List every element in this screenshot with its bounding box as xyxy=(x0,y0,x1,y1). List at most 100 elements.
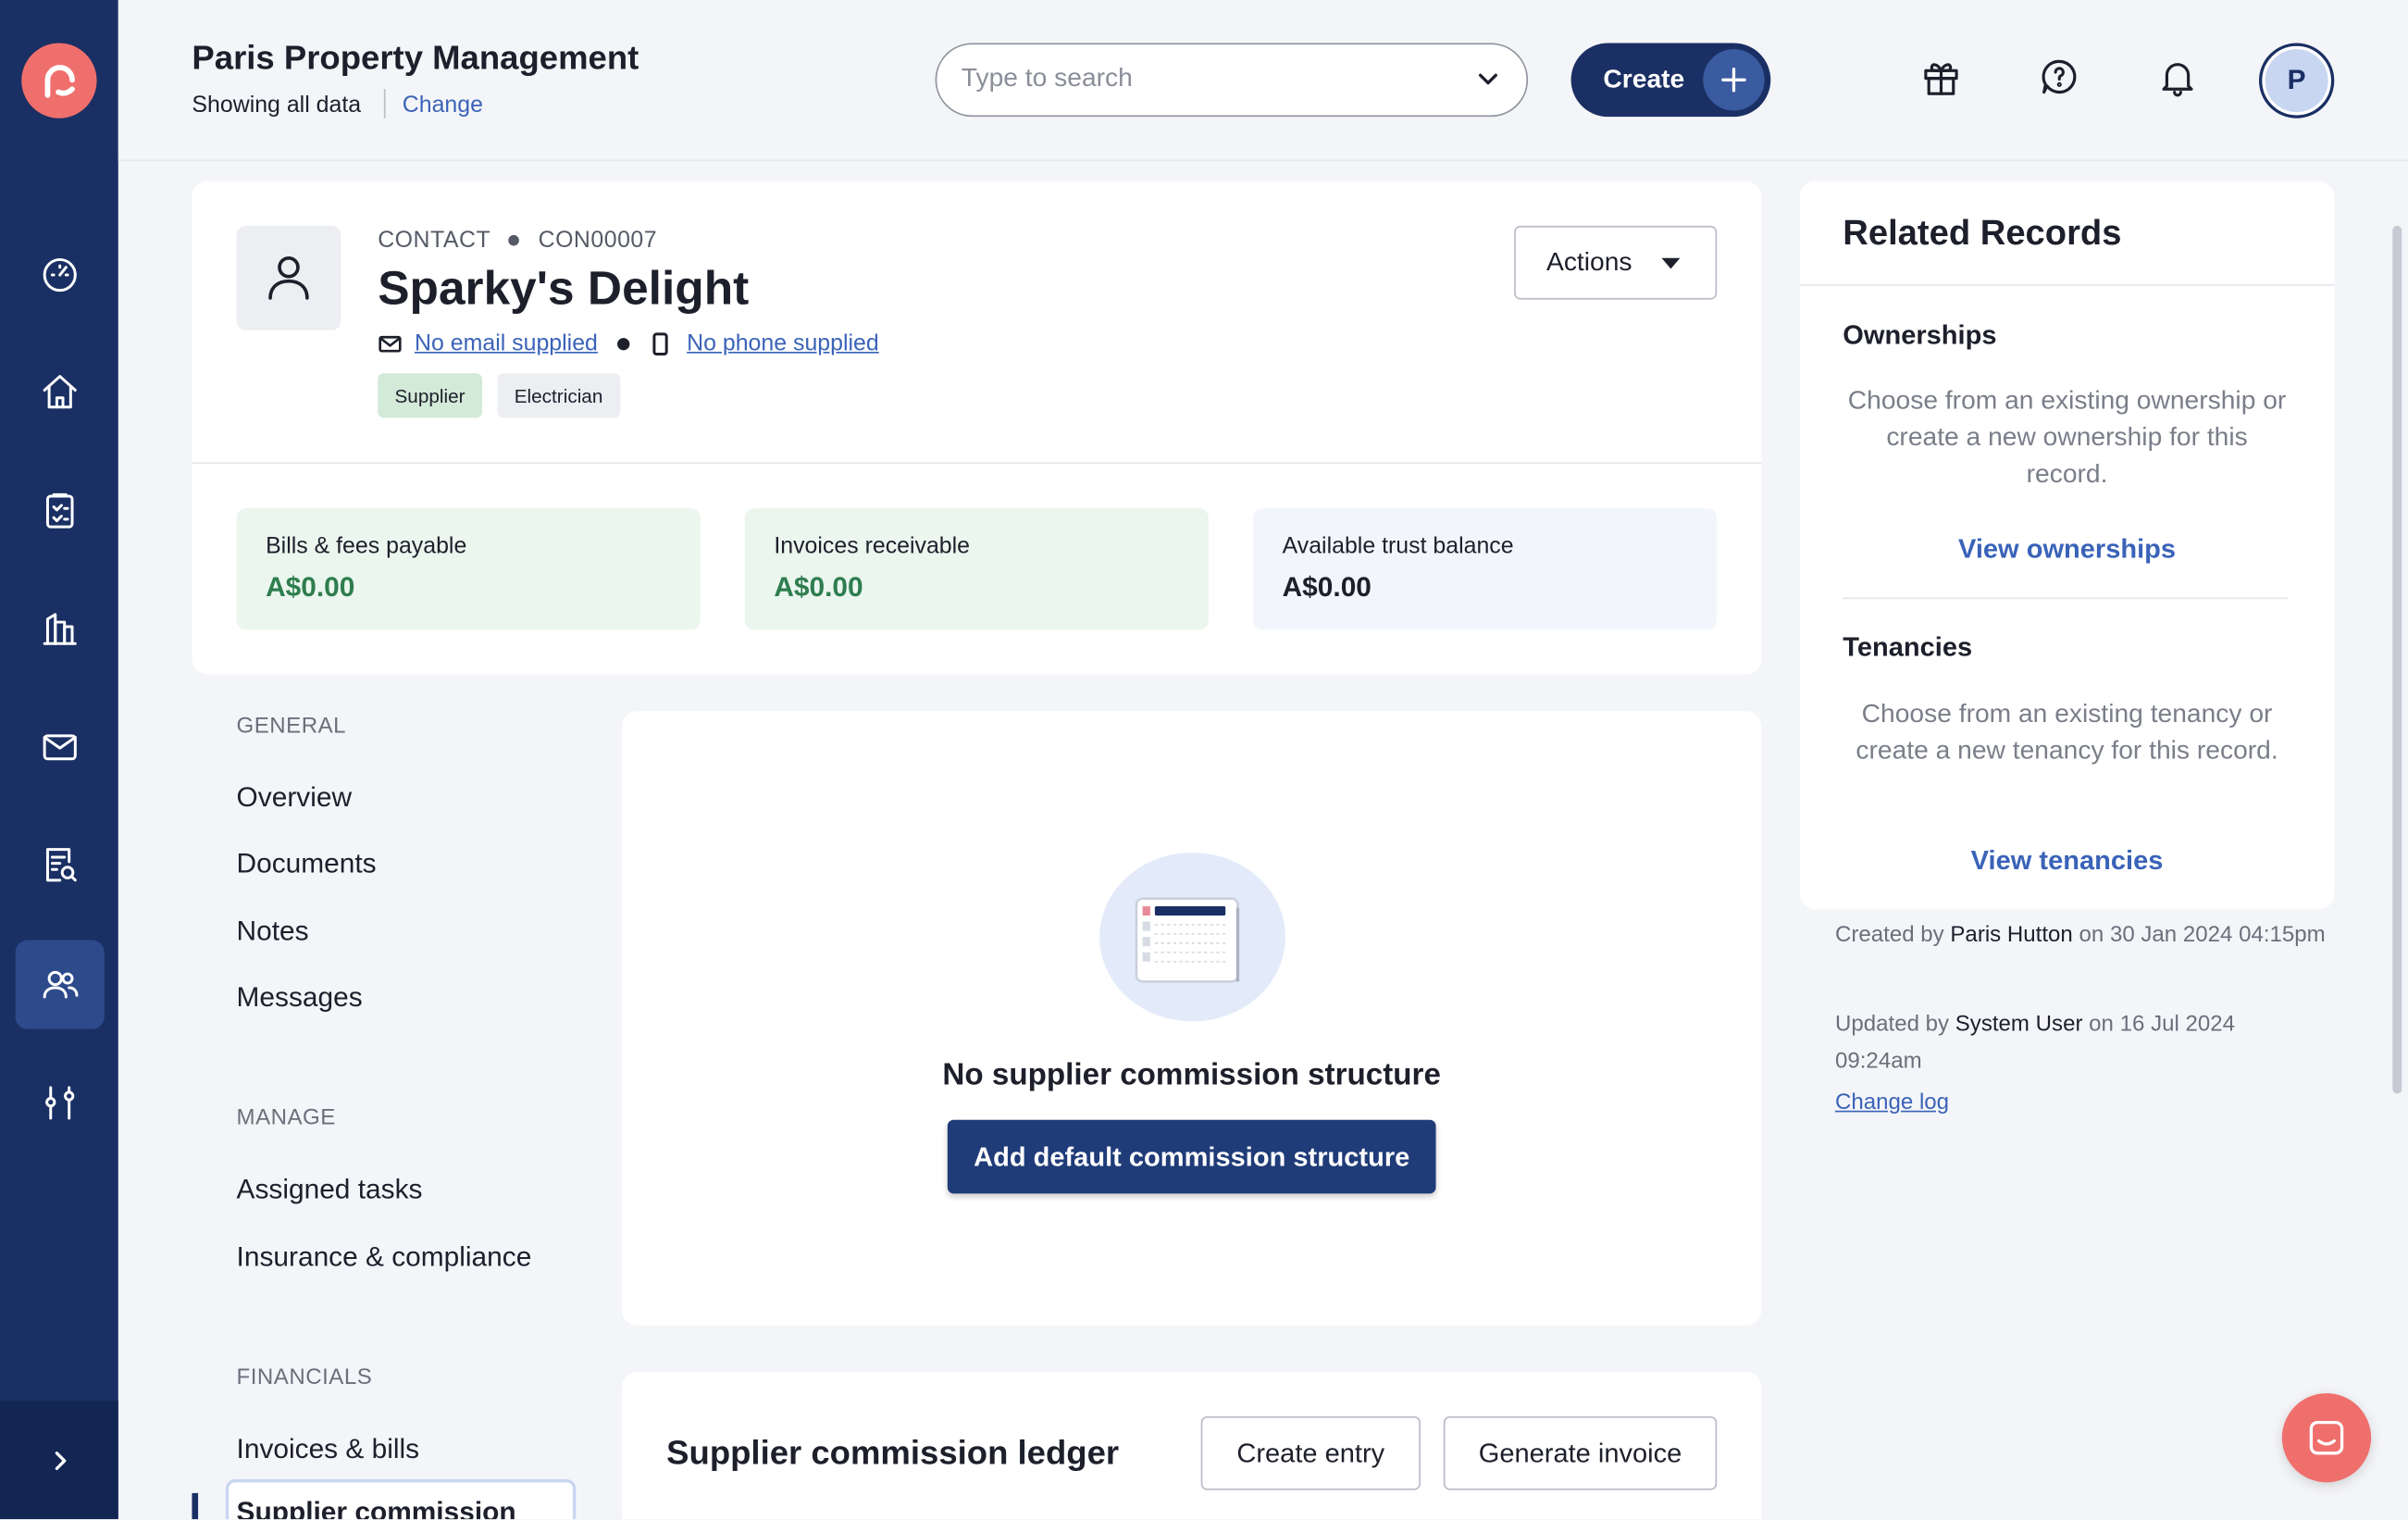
contact-tags: Supplier Electrician xyxy=(378,373,620,418)
data-scope-label: Showing all data xyxy=(192,92,362,118)
support-chat-button[interactable] xyxy=(2281,1393,2372,1483)
stat-value: A$0.00 xyxy=(774,571,863,603)
create-button[interactable]: Create xyxy=(1570,43,1771,118)
nav-tasks[interactable] xyxy=(16,466,105,554)
subnav-item-overview[interactable]: Overview xyxy=(237,782,352,815)
record-type: CONTACT xyxy=(378,227,491,254)
contact-header-card: CONTACT CON00007 Sparky's Delight No emai… xyxy=(192,181,1762,675)
subnav-item-messages[interactable]: Messages xyxy=(237,981,363,1014)
generate-invoice-button[interactable]: Generate invoice xyxy=(1443,1415,1718,1490)
create-entry-button[interactable]: Create entry xyxy=(1200,1415,1421,1490)
app-root: Paris Property Management Showing all da… xyxy=(0,0,2408,1520)
user-avatar[interactable]: P xyxy=(2258,43,2335,118)
view-ownerships-link[interactable]: View ownerships xyxy=(1843,533,2291,566)
contact-avatar xyxy=(236,225,341,330)
stat-invoices-receivable: Invoices receivable A$0.00 xyxy=(744,508,1209,630)
settings-sliders-icon xyxy=(45,1086,75,1120)
clipboard-icon xyxy=(45,492,74,529)
divider xyxy=(1843,597,2289,600)
subnav-item-notes[interactable]: Notes xyxy=(237,916,309,948)
related-records-card: Related Records Ownerships Choose from a… xyxy=(1799,181,2335,910)
subnav-item-insurance[interactable]: Insurance & compliance xyxy=(237,1241,532,1274)
separator-dot xyxy=(617,337,630,350)
actions-label: Actions xyxy=(1546,247,1632,277)
phone-icon xyxy=(652,331,669,355)
tenancies-description: Choose from an existing tenancy or creat… xyxy=(1856,699,2278,766)
tag-electrician: Electrician xyxy=(497,373,620,418)
updated-by-user: System User xyxy=(1955,1012,2083,1038)
commission-ledger-card: Supplier commission ledger Create entry … xyxy=(622,1371,1762,1520)
change-log-link[interactable]: Change log xyxy=(1835,1090,1949,1115)
gift-icon xyxy=(1924,63,1958,95)
nav-messages[interactable] xyxy=(16,702,105,791)
nav-dashboard[interactable] xyxy=(16,229,105,318)
subnav-heading-general: GENERAL xyxy=(236,714,347,740)
stat-trust-balance: Available trust balance A$0.00 xyxy=(1253,508,1718,630)
help-icon xyxy=(2042,59,2077,94)
nav-reports[interactable] xyxy=(16,820,105,909)
plus-icon xyxy=(1703,49,1765,111)
ownerships-heading: Ownerships xyxy=(1843,319,1997,351)
change-scope-link[interactable]: Change xyxy=(403,93,483,118)
whats-new-button[interactable] xyxy=(1919,56,1966,102)
person-icon xyxy=(268,255,309,300)
contact-details: No email supplied No phone supplied xyxy=(378,330,879,356)
created-info: Created by Paris Hutton on 30 Jan 2024 0… xyxy=(1835,917,2327,954)
related-records-title: Related Records xyxy=(1843,211,2122,253)
dashboard-icon xyxy=(43,257,77,293)
report-search-icon xyxy=(45,848,77,882)
help-button[interactable] xyxy=(2038,56,2084,102)
email-icon xyxy=(379,335,402,352)
divider xyxy=(1799,283,2335,286)
side-rail xyxy=(0,0,118,1520)
global-search[interactable] xyxy=(935,43,1529,118)
brand-logo[interactable] xyxy=(21,43,97,118)
phone-link[interactable]: No phone supplied xyxy=(687,330,879,356)
stat-value: A$0.00 xyxy=(266,571,355,603)
stat-label: Bills & fees payable xyxy=(266,532,467,560)
create-label: Create xyxy=(1603,64,1685,94)
updated-info: Updated by System User on 16 Jul 2024 09… xyxy=(1835,1006,2327,1080)
stat-label: Available trust balance xyxy=(1282,532,1514,560)
page-scrollbar[interactable] xyxy=(2392,225,2402,1094)
email-link[interactable]: No email supplied xyxy=(415,330,598,356)
nav-contacts[interactable] xyxy=(15,940,105,1029)
chat-icon xyxy=(2309,1420,2344,1455)
search-input[interactable] xyxy=(961,63,1453,94)
bell-icon xyxy=(2162,63,2193,97)
tag-supplier: Supplier xyxy=(378,373,482,418)
record-id: CON00007 xyxy=(538,227,658,254)
org-name: Paris Property Management xyxy=(192,38,639,77)
divider xyxy=(192,462,1762,465)
chevron-down-icon[interactable] xyxy=(1474,66,1502,93)
actions-dropdown[interactable]: Actions xyxy=(1514,225,1718,300)
empty-state-illustration xyxy=(1099,852,1285,1022)
subnav-item-assigned-tasks[interactable]: Assigned tasks xyxy=(237,1174,423,1206)
updated-prefix: Updated by xyxy=(1834,1012,1950,1038)
home-icon xyxy=(43,375,77,409)
subnav-item-documents[interactable]: Documents xyxy=(237,848,377,880)
nav-properties[interactable] xyxy=(16,347,105,436)
expand-rail-button[interactable] xyxy=(0,1401,118,1520)
stat-value: A$0.00 xyxy=(1282,571,1372,603)
divider xyxy=(383,89,386,118)
subnav-item-supplier-commission[interactable]: Supplier commission xyxy=(237,1496,516,1519)
chevron-right-icon xyxy=(54,1451,66,1470)
view-tenancies-link[interactable]: View tenancies xyxy=(1843,845,2291,878)
nav-settings[interactable] xyxy=(16,1058,105,1147)
building-icon xyxy=(43,613,77,645)
spreadsheet-icon xyxy=(1135,897,1240,983)
add-commission-structure-button[interactable]: Add default commission structure xyxy=(947,1119,1436,1194)
contacts-icon xyxy=(43,970,79,999)
created-prefix: Created by xyxy=(1834,923,1944,948)
subnav-heading-financials: FINANCIALS xyxy=(236,1365,373,1390)
top-bar: Paris Property Management Showing all da… xyxy=(118,0,2408,162)
nav-buildings[interactable] xyxy=(16,584,105,673)
created-by-user: Paris Hutton xyxy=(1950,923,2073,948)
notifications-button[interactable] xyxy=(2156,56,2203,102)
subnav-heading-manage: MANAGE xyxy=(236,1105,336,1131)
subnav-item-invoices-bills[interactable]: Invoices & bills xyxy=(237,1433,420,1465)
mail-icon xyxy=(43,734,77,761)
empty-state-title: No supplier commission structure xyxy=(942,1058,1441,1092)
logo-mark-icon xyxy=(43,64,75,97)
